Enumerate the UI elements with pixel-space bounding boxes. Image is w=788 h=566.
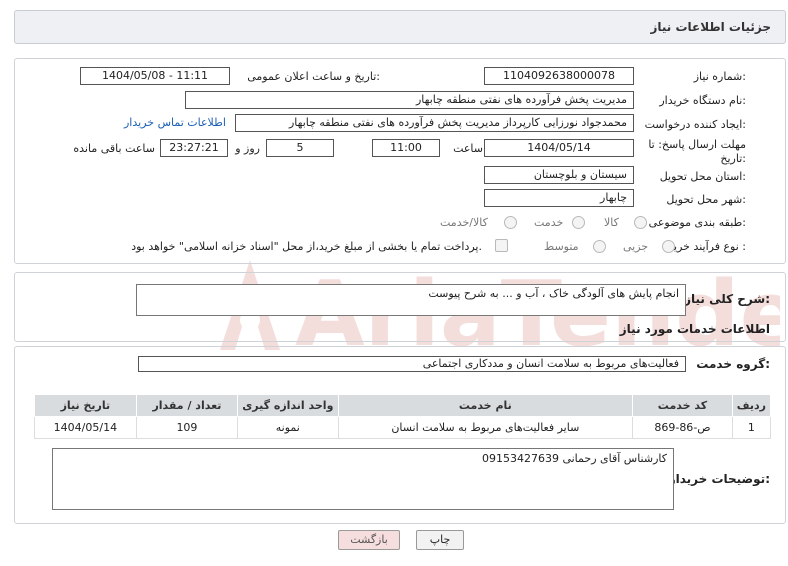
buyer-notes-field: کارشناس آقای رحمانی 09153427639 <box>52 448 674 510</box>
table-header-row: ردیف کد خدمت نام خدمت واحد اندازه گیری ت… <box>34 394 772 417</box>
process-option-medium: متوسط <box>544 240 579 253</box>
col-row: ردیف <box>731 394 772 417</box>
treasury-payment-checkbox[interactable] <box>495 239 508 252</box>
announce-date-field: 1404/05/08 - 11:11 <box>80 67 230 85</box>
cell-row: 1 <box>731 416 772 439</box>
province-label: استان محل تحویل: <box>659 170 746 183</box>
col-quantity: تعداد / مقدار <box>135 394 239 417</box>
remaining-days-field: 5 <box>266 139 334 157</box>
need-number-label: شماره نیاز: <box>693 70 746 83</box>
deadline-time-label: ساعت <box>453 142 483 155</box>
buyer-contact-link[interactable]: اطلاعات تماس خریدار <box>124 116 226 129</box>
page-title: جزئیات اطلاعات نیاز <box>650 20 771 34</box>
province-field: سیستان و بلوچستان <box>484 166 634 184</box>
deadline-date-field: 1404/05/14 <box>484 139 634 157</box>
process-option-minor: جزیی <box>623 240 649 253</box>
deadline-time-field: 11:00 <box>372 139 440 157</box>
col-need-date: تاریخ نیاز <box>34 394 137 417</box>
summary-field: انجام پایش های آلودگی خاک ، آب و ... به … <box>136 284 686 316</box>
category-radio-goods-service[interactable] <box>504 216 517 229</box>
process-radio-minor[interactable] <box>662 240 675 253</box>
days-label: روز و <box>235 142 260 155</box>
print-button[interactable]: چاپ <box>416 530 464 550</box>
cell-unit: نمونه <box>237 416 339 439</box>
category-label: طبقه بندی موضوعی: <box>648 216 746 229</box>
service-group-label: گروه خدمت: <box>696 357 770 371</box>
category-radio-service[interactable] <box>572 216 585 229</box>
need-number-field: 1104092638000078 <box>484 67 634 85</box>
panel-header: جزئیات اطلاعات نیاز <box>14 10 786 44</box>
remaining-time-field: 23:27:21 <box>160 139 228 157</box>
category-option-service: خدمت <box>534 216 564 229</box>
services-table: ردیف کد خدمت نام خدمت واحد اندازه گیری ت… <box>34 394 772 439</box>
buyer-field: مدیریت پخش فرآورده های نفتی منطقه چابهار <box>185 91 634 109</box>
col-service-code: کد خدمت <box>632 394 733 417</box>
cell-quantity: 109 <box>135 416 239 439</box>
remaining-time-label: ساعت باقی مانده <box>73 142 155 155</box>
deadline-label-line1: مهلت ارسال پاسخ: تا <box>648 138 746 151</box>
buyer-label: نام دستگاه خریدار: <box>659 94 746 107</box>
cell-service-name: سایر فعالیت‌های مربوط به سلامت انسان <box>337 416 634 439</box>
cell-need-date: 1404/05/14 <box>34 416 137 439</box>
creator-label: ایجاد کننده درخواست: <box>644 118 746 131</box>
col-service-name: نام خدمت <box>337 394 634 417</box>
services-section-title: اطلاعات خدمات مورد نیاز <box>619 322 770 336</box>
table-row: 1 ص-86-869 سایر فعالیت‌های مربوط به سلام… <box>34 416 772 439</box>
treasury-payment-note: پرداخت تمام یا بخشی از مبلغ خرید،از محل … <box>131 240 482 253</box>
col-unit: واحد اندازه گیری <box>237 394 339 417</box>
cell-service-code: ص-86-869 <box>632 416 733 439</box>
buyer-notes-label: توضیحات خریدار: <box>668 472 770 486</box>
process-radio-medium[interactable] <box>593 240 606 253</box>
process-label: نوع فرآیند خرید : <box>668 240 746 253</box>
announce-date-label: تاریخ و ساعت اعلان عمومی: <box>247 70 380 83</box>
service-group-field: فعالیت‌های مربوط به سلامت انسان و مددکار… <box>138 356 686 372</box>
category-option-goods-service: کالا/خدمت <box>440 216 488 229</box>
back-button[interactable]: بازگشت <box>338 530 400 550</box>
city-label: شهر محل تحویل: <box>666 193 746 206</box>
creator-field: محمدجواد نورزایی کارپرداز مدیریت پخش فرآ… <box>235 114 634 132</box>
category-radio-goods[interactable] <box>634 216 647 229</box>
deadline-label-line2: تاریخ: <box>720 152 746 165</box>
deadline-label: مهلت ارسال پاسخ: تا تاریخ: <box>648 138 746 166</box>
city-field: چابهار <box>484 189 634 207</box>
category-option-goods: کالا <box>604 216 619 229</box>
summary-label: شرح کلی نیاز: <box>684 292 770 306</box>
